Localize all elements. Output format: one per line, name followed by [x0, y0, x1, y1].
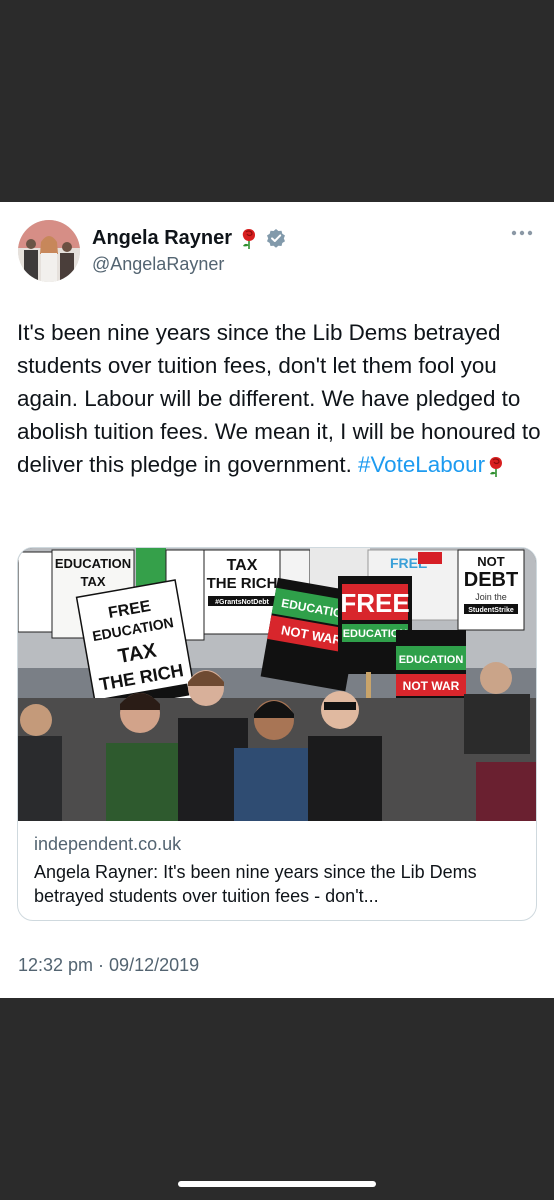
author-name[interactable]: Angela Rayner — [92, 226, 286, 250]
author-handle[interactable]: @AngelaRayner — [92, 254, 224, 275]
phone-screen: Angela Rayner @AngelaRayner It's been ni… — [0, 0, 554, 1200]
sign-text-join-the: Join the — [475, 592, 507, 602]
sign-text-education-3: EDUCATION — [399, 654, 464, 666]
link-preview-card[interactable]: EDUCATION TAX TAX THE RICH #GrantsNotDeb… — [17, 547, 537, 921]
sign-text-education: EDUCATION — [55, 556, 131, 571]
sign-text-student-strike: StudentStrike — [468, 607, 514, 614]
author-name-text[interactable]: Angela Rayner — [92, 227, 232, 250]
sign-text-free-red: FREE — [340, 588, 409, 618]
avatar[interactable] — [18, 220, 80, 282]
sign-text-debt: DEBT — [464, 569, 518, 591]
link-title[interactable]: Angela Rayner: It's been nine years sinc… — [34, 860, 524, 908]
sign-text-the-rich: THE RICH — [207, 575, 278, 592]
sign-text-tax-2: TAX — [227, 557, 258, 574]
sign-text-tax: TAX — [80, 574, 105, 589]
tweet-timestamp[interactable]: 12:32 pm · 09/12/2019 — [18, 955, 199, 976]
more-options-icon[interactable] — [510, 228, 534, 238]
tweet-text: It's been nine years since the Lib Dems … — [17, 316, 542, 481]
avatar-photo — [18, 220, 80, 282]
hashtag-link[interactable]: #VoteLabour — [358, 452, 485, 477]
sign-text-grants: #GrantsNotDebt — [215, 599, 269, 606]
protest-photo[interactable]: EDUCATION TAX TAX THE RICH #GrantsNotDeb… — [18, 548, 536, 821]
rose-icon — [242, 229, 256, 249]
verified-badge-icon — [267, 229, 286, 248]
tweet-card[interactable]: Angela Rayner @AngelaRayner It's been ni… — [0, 202, 554, 998]
link-domain[interactable]: independent.co.uk — [34, 834, 181, 855]
sign-text-not: NOT — [477, 554, 505, 569]
rose-icon — [489, 457, 503, 478]
home-indicator[interactable] — [178, 1181, 376, 1187]
sign-text-not-war-2: NOT WAR — [403, 679, 460, 693]
